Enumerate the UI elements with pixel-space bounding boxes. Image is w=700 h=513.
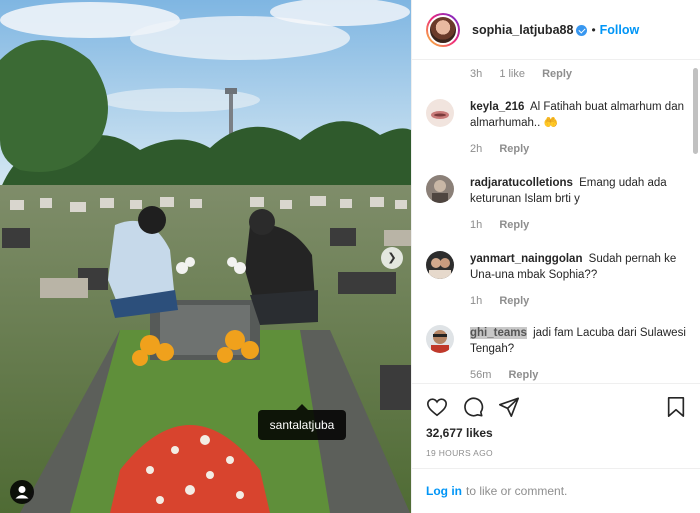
comment-body: keyla_216 Al Fatihah buat almarhum dan a… (470, 99, 688, 131)
reply-button[interactable]: Reply (542, 68, 572, 80)
avatar[interactable] (426, 325, 454, 353)
avatar[interactable] (426, 12, 460, 47)
list-item: keyla_216 Al Fatihah buat almarhum dan a… (426, 99, 688, 155)
login-prompt: Log in to like or comment. (412, 468, 700, 513)
share-icon[interactable] (498, 396, 520, 418)
bookmark-icon[interactable] (666, 396, 686, 418)
comment-meta: 3h 1 like Reply (470, 68, 586, 80)
avatar[interactable] (426, 99, 454, 127)
separator-dot: • (591, 22, 596, 37)
comment-username[interactable]: yanmart_nainggolan (470, 253, 582, 265)
avatar[interactable] (426, 175, 454, 203)
photo-user-tag[interactable]: santalatjuba (258, 404, 346, 440)
comment-body: radjaratucolletions Emang udah ada ketur… (470, 175, 688, 207)
person-icon[interactable] (10, 480, 34, 504)
comment-username[interactable]: keyla_216 (470, 101, 524, 113)
cemetery-photo (0, 0, 411, 513)
list-item: radjaratucolletions Emang udah ada ketur… (426, 175, 688, 231)
action-icons (426, 396, 520, 418)
comment-likes[interactable]: 1 like (499, 68, 525, 80)
comment-meta: 2h Reply (470, 143, 688, 155)
comment-time: 3h (470, 68, 483, 80)
post-side-panel: sophia_latjuba88 • Follow 3h 1 like Repl… (411, 0, 700, 513)
comment-body: yanmart_nainggolan Sudah pernah ke Una-u… (470, 251, 688, 283)
comment-time: 1h (470, 219, 483, 231)
heart-icon[interactable] (426, 396, 448, 418)
chevron-right-icon[interactable]: ❯ (381, 247, 403, 269)
follow-button[interactable]: Follow (600, 23, 640, 37)
comment-icon[interactable] (462, 396, 484, 418)
comment-meta: 1h Reply (470, 219, 688, 231)
reply-button[interactable]: Reply (499, 143, 529, 155)
comment-meta: 56m Reply (470, 369, 688, 381)
reply-button[interactable]: Reply (499, 295, 529, 307)
likes-count[interactable]: 32,677 likes (426, 426, 493, 440)
comment-time: 1h (470, 295, 483, 307)
reply-button[interactable]: Reply (499, 219, 529, 231)
post-header: sophia_latjuba88 • Follow (412, 0, 700, 60)
avatar[interactable] (426, 251, 454, 279)
list-item: yanmart_nainggolan Sudah pernah ke Una-u… (426, 251, 688, 307)
reply-button[interactable]: Reply (508, 369, 538, 381)
author-username[interactable]: sophia_latjuba88 (472, 23, 573, 37)
comment-time: 56m (470, 369, 492, 381)
comments-scrollbar[interactable] (693, 68, 698, 154)
list-item: ghi_teams jadi fam Lacuba dari Sulawesi … (426, 325, 688, 381)
comment-body: ghi_teams jadi fam Lacuba dari Sulawesi … (470, 325, 688, 357)
login-prompt-text: to like or comment. (466, 484, 568, 498)
post-timestamp[interactable]: 19 HOURS AGO (426, 448, 493, 458)
post-actions: 32,677 likes 19 HOURS AGO Log in to like … (412, 383, 700, 513)
post-photo[interactable]: santalatjuba ❯ (0, 0, 411, 513)
comment-time: 2h (470, 143, 483, 155)
comments-list[interactable]: 3h 1 like Reply keyla_216 Al Fatihah bua… (412, 61, 700, 383)
login-link[interactable]: Log in (426, 484, 462, 498)
verified-badge-icon (576, 25, 588, 36)
comment-username[interactable]: radjaratucolletions (470, 177, 573, 189)
comment-username[interactable]: ghi_teams (470, 327, 527, 339)
comment-meta: 1h Reply (470, 295, 688, 307)
